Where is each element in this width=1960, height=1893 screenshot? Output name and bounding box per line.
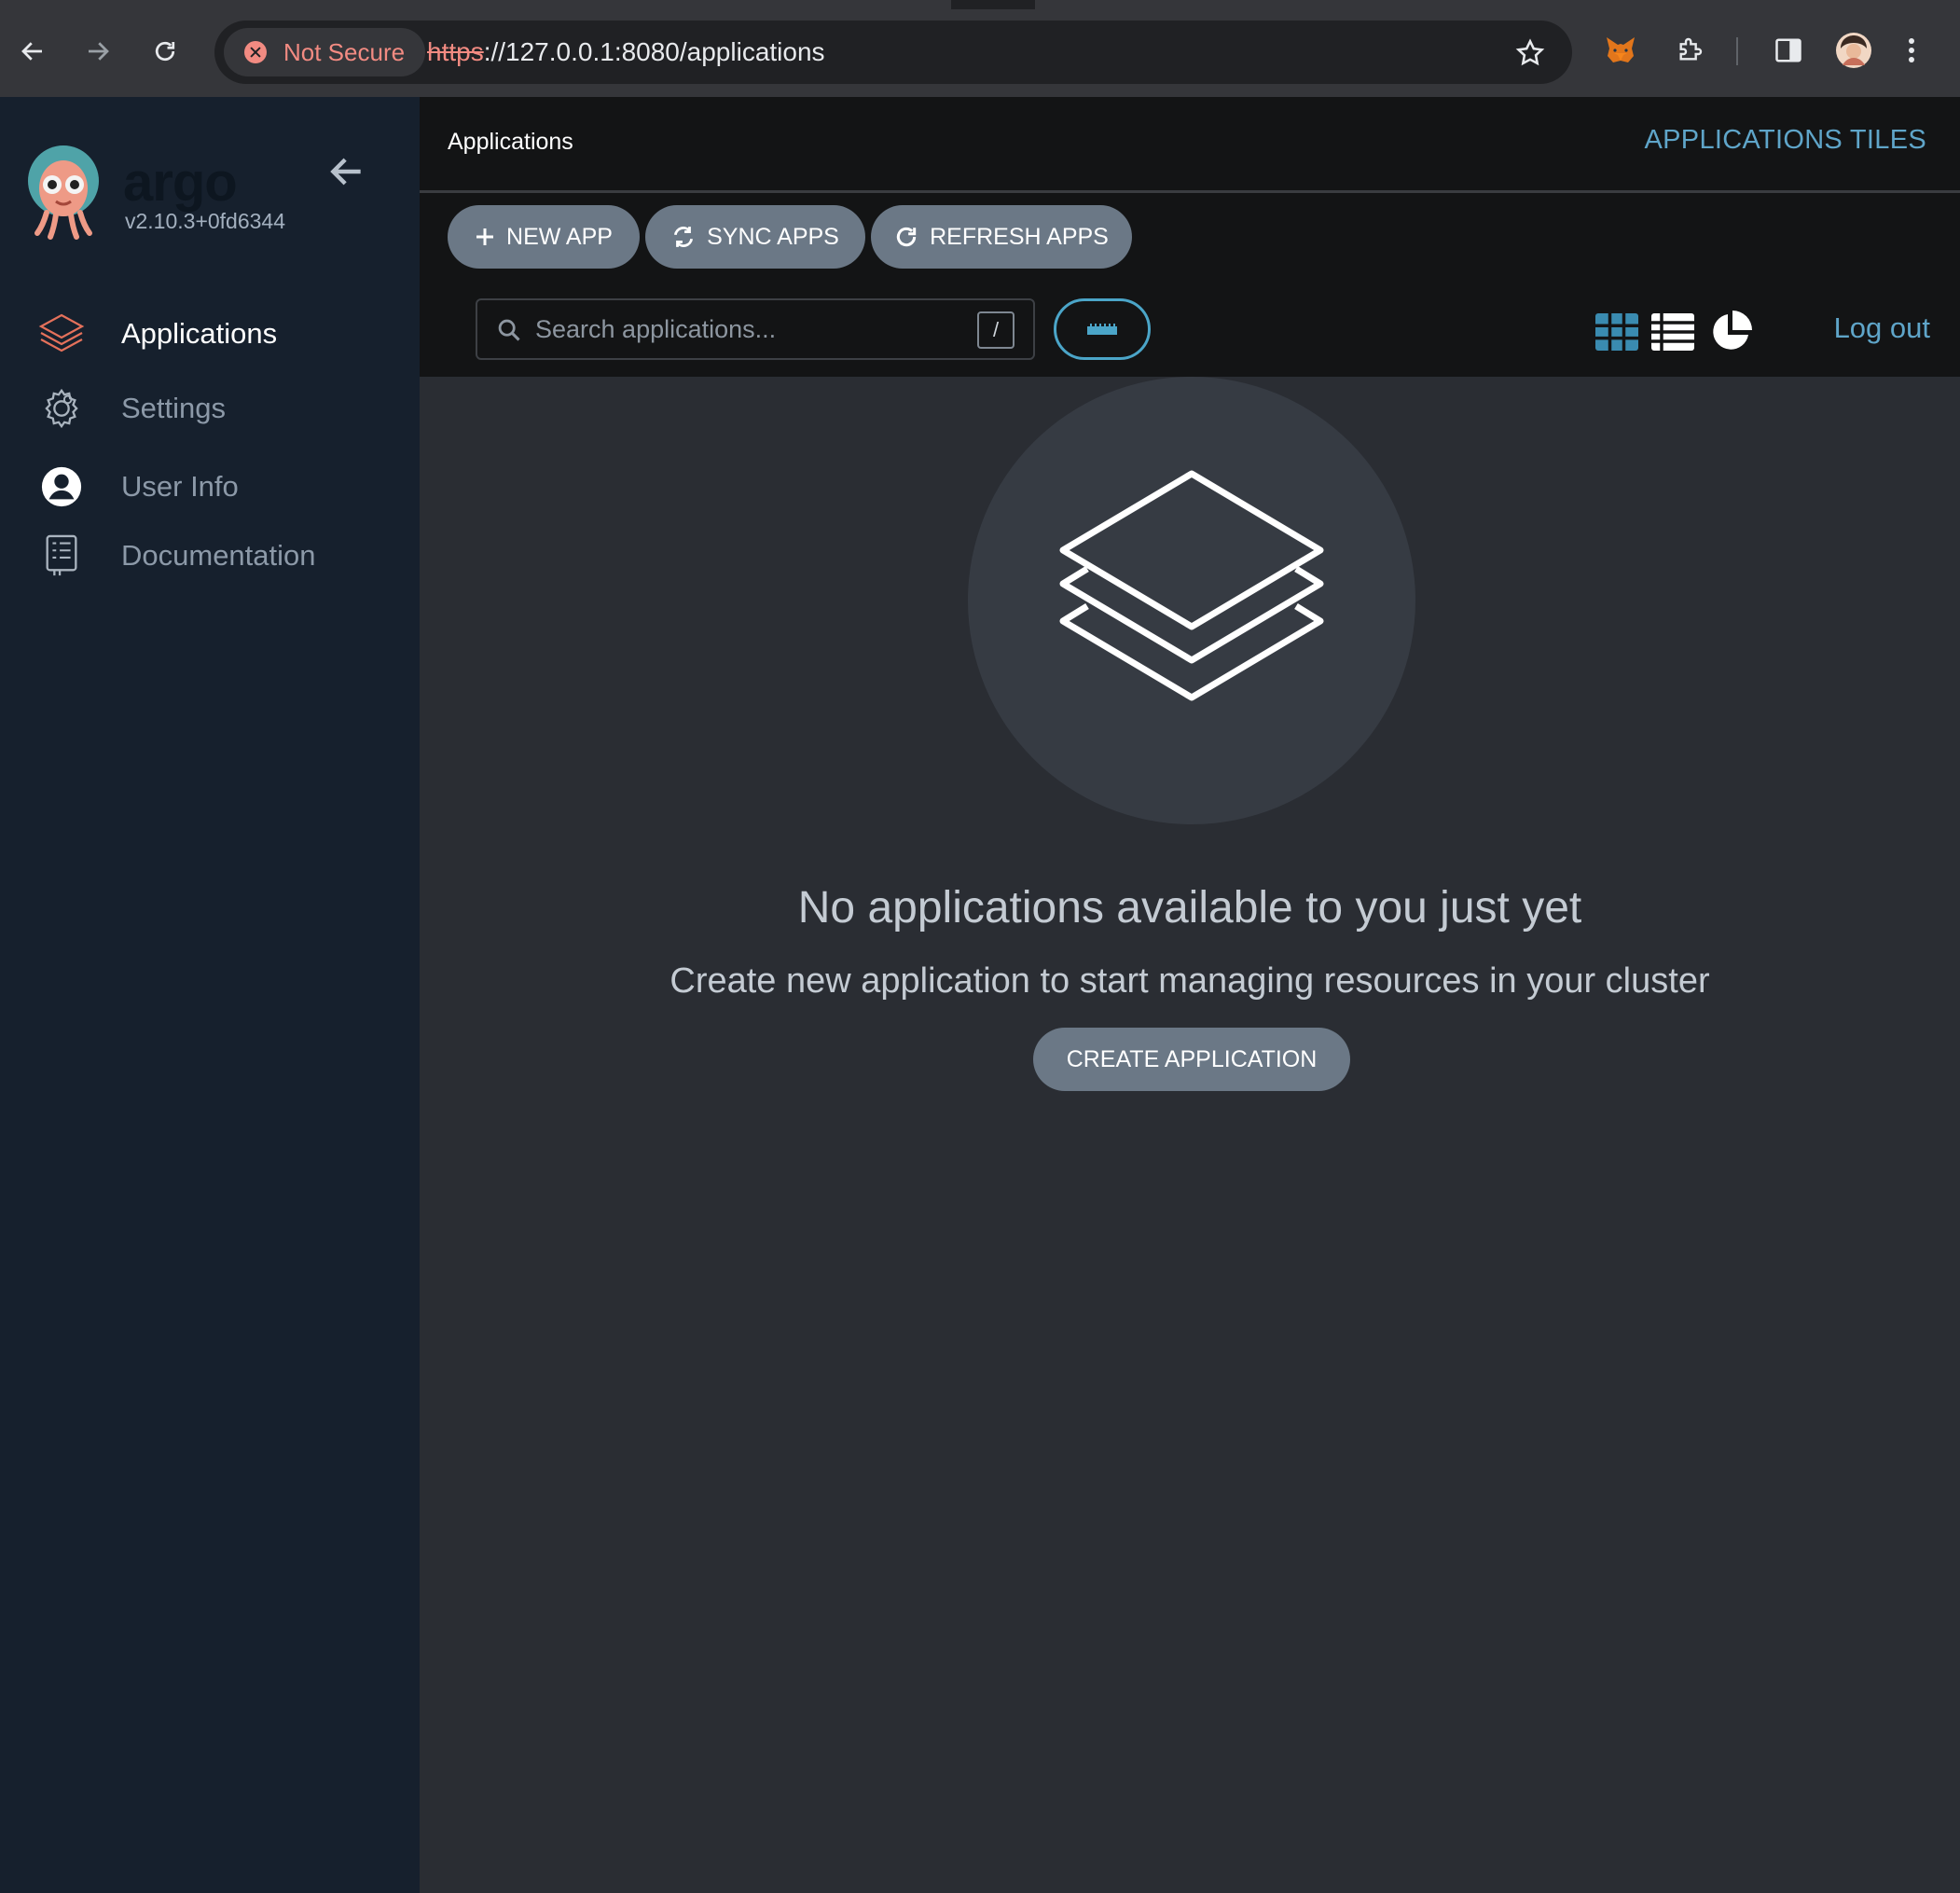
browser-menu-button[interactable] — [1893, 32, 1930, 69]
menu-kebab-icon — [1909, 38, 1914, 62]
sync-icon — [674, 227, 694, 247]
empty-state-subtitle: Create new application to start managing… — [669, 961, 1710, 1001]
extensions-puzzle-icon — [1679, 37, 1703, 61]
search-shortcut-key: / — [977, 311, 1015, 349]
logout-link[interactable]: Log out — [1834, 311, 1930, 345]
side-panel-icon — [1775, 38, 1801, 62]
forward-button[interactable] — [75, 28, 121, 75]
profile-button[interactable] — [1835, 32, 1872, 69]
argo-octopus-icon — [28, 145, 99, 240]
sidebar-item-label: Settings — [121, 392, 227, 424]
search-placeholder: Search applications... — [535, 315, 777, 343]
refresh-apps-button[interactable]: REFRESH APPS — [871, 205, 1132, 269]
address-bar[interactable]: Not Secure https://127.0.0.1:8080/applic… — [214, 21, 1572, 84]
sidebar-item-label: User Info — [121, 470, 239, 503]
view-title: APPLICATIONS TILES — [1644, 125, 1926, 155]
metamask-fox-icon — [1607, 37, 1635, 62]
tab-strip — [0, 0, 1960, 9]
filter-ruler-icon — [1087, 324, 1117, 335]
search-input[interactable]: Search applications... / — [476, 298, 1035, 360]
pie-chart-icon — [1713, 311, 1752, 350]
layers-icon — [1059, 470, 1324, 701]
sync-apps-button[interactable]: SYNC APPS — [645, 205, 865, 269]
forward-arrow-icon — [89, 42, 109, 61]
list-icon — [1651, 313, 1694, 351]
sidebar: argo v2.10.3+0fd6344 Applications Settin… — [0, 97, 420, 1893]
tiles-view-button[interactable] — [1593, 308, 1641, 356]
summary-view-button[interactable] — [1706, 308, 1755, 356]
create-application-button[interactable]: CREATE APPLICATION — [1033, 1028, 1350, 1091]
brand-name: argo — [123, 152, 238, 213]
arrow-left-icon — [330, 158, 361, 186]
version-label: v2.10.3+0fd6344 — [125, 209, 286, 233]
top-bar: Applications APPLICATIONS TILES NEW APP … — [420, 97, 1960, 377]
refresh-apps-label: REFRESH APPS — [930, 223, 1109, 250]
user-circle-icon — [37, 463, 86, 511]
new-app-label: NEW APP — [506, 223, 613, 250]
collapse-sidebar-button[interactable] — [326, 151, 367, 192]
side-panel-button[interactable] — [1770, 32, 1807, 69]
insecure-icon — [244, 41, 267, 63]
refresh-icon — [897, 227, 917, 247]
reload-icon — [155, 41, 175, 62]
extensions-button[interactable] — [1671, 32, 1708, 69]
back-arrow-icon — [21, 42, 42, 61]
bookmark-button[interactable] — [1514, 37, 1546, 74]
profile-avatar-icon — [1836, 33, 1871, 68]
grid-icon — [1595, 313, 1638, 351]
list-view-button[interactable] — [1649, 308, 1697, 356]
empty-state-illustration — [968, 377, 1415, 824]
search-icon — [498, 319, 520, 341]
tab-right[interactable] — [1035, 0, 1960, 9]
book-icon — [37, 532, 86, 580]
security-chip[interactable]: Not Secure — [224, 28, 426, 76]
browser-chrome: Not Secure https://127.0.0.1:8080/applic… — [0, 0, 1960, 97]
empty-state-title: No applications available to you just ye… — [797, 883, 1582, 933]
toolbar-separator — [1736, 37, 1738, 65]
url-text[interactable]: https://127.0.0.1:8080/applications — [427, 21, 825, 84]
argo-logo[interactable] — [26, 144, 101, 241]
bookmark-star-icon — [1515, 38, 1545, 66]
filters-toggle-button[interactable] — [1054, 298, 1151, 360]
security-label: Not Secure — [283, 38, 406, 66]
main-content: Applications APPLICATIONS TILES NEW APP … — [420, 97, 1960, 1893]
url-rest: ://127.0.0.1:8080/applications — [483, 37, 825, 66]
page-title: Applications — [448, 129, 573, 155]
metamask-extension[interactable] — [1602, 32, 1639, 69]
back-button[interactable] — [9, 28, 56, 75]
tab-left[interactable] — [0, 0, 951, 9]
reload-button[interactable] — [142, 28, 188, 75]
plus-icon — [476, 228, 494, 245]
sidebar-item-label: Documentation — [121, 539, 316, 572]
url-scheme: https — [427, 37, 484, 66]
header-divider — [420, 190, 1960, 193]
sidebar-item-documentation[interactable]: Documentation — [37, 528, 392, 584]
gear-icon — [37, 384, 86, 433]
sidebar-item-applications[interactable]: Applications — [37, 306, 392, 362]
new-app-button[interactable]: NEW APP — [448, 205, 640, 269]
layers-icon — [37, 310, 86, 358]
sidebar-item-user-info[interactable]: User Info — [37, 459, 392, 515]
sidebar-item-settings[interactable]: Settings — [37, 380, 392, 436]
sync-apps-label: SYNC APPS — [707, 223, 839, 250]
sidebar-item-label: Applications — [121, 317, 278, 350]
